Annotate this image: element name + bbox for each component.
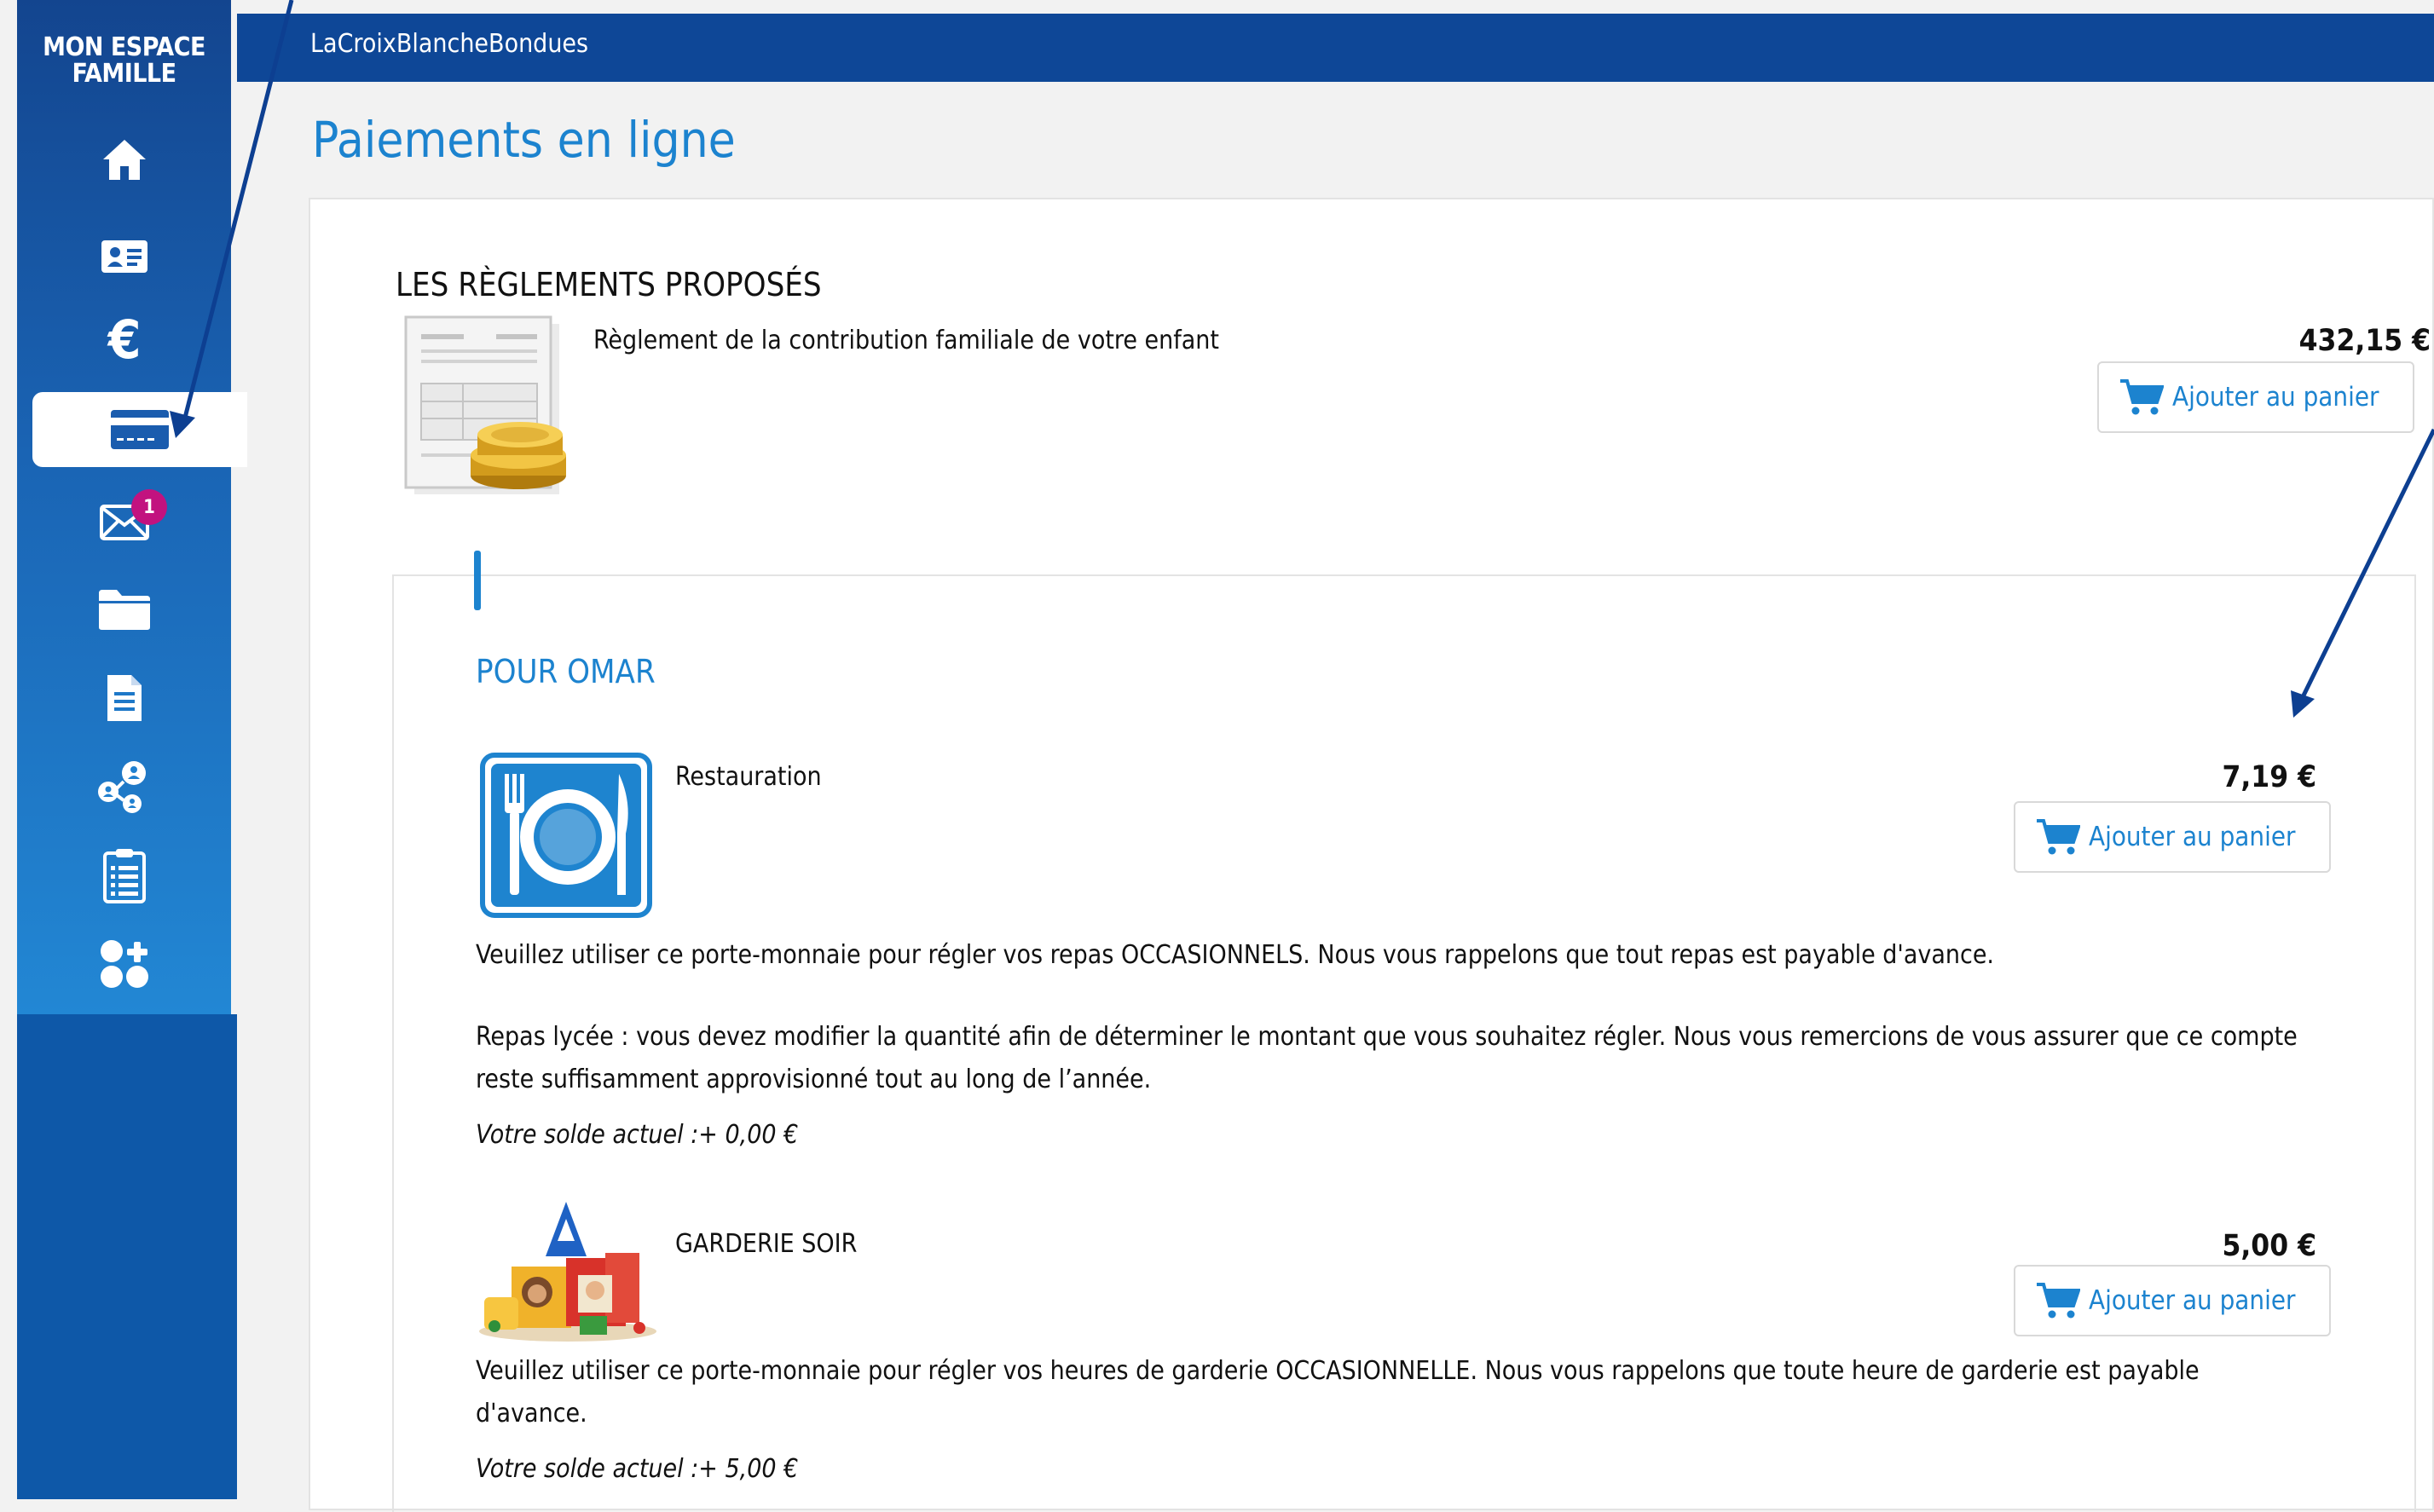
folder-icon [98, 590, 150, 630]
sidebar-item-finances[interactable]: € [17, 302, 231, 378]
sidebar-item-home[interactable] [17, 121, 231, 198]
top-bar: LaCroixBlancheBondues [237, 14, 2434, 82]
item-description-secondary: Repas lycée : vous devez modifier la qua… [476, 1022, 2298, 1094]
item-price: 7,19 € [2222, 760, 2316, 794]
sidebar-item-forms[interactable] [17, 660, 231, 736]
svg-text:€: € [106, 315, 141, 365]
cart-icon [2037, 819, 2080, 855]
add-to-cart-contribution-button[interactable]: Ajouter au panier [2097, 361, 2414, 433]
clipboard-icon [102, 849, 146, 903]
sidebar-item-documents[interactable] [17, 571, 231, 648]
document-icon [107, 675, 142, 721]
payments-card: LES RÈGLEMENTS PROPOSÉS Règlement de la … [309, 198, 2434, 1512]
apps-add-icon [100, 940, 148, 988]
item-price: 5,00 € [2222, 1229, 2316, 1263]
sidebar-item-profile[interactable] [17, 218, 231, 295]
sidebar-item-surveys[interactable] [17, 837, 231, 914]
section-heading: LES RÈGLEMENTS PROPOSÉS [396, 266, 822, 303]
contribution-label: Règlement de la contribution familiale d… [593, 326, 1219, 355]
item-description: Veuillez utiliser ce porte-monnaie pour … [476, 1356, 2200, 1428]
add-to-cart-garderie-button[interactable]: Ajouter au panier [2014, 1265, 2331, 1336]
id-card-icon [101, 240, 147, 273]
child-card: POUR OMAR Restauration 7,19 € Ajouter au… [392, 551, 2416, 1512]
cart-icon [2120, 379, 2164, 415]
child-name: POUR OMAR [476, 653, 656, 690]
item-balance: Votre solde actuel :+ 5,00 € [476, 1454, 799, 1484]
restaurant-plate-icon [480, 753, 652, 918]
unread-badge: 1 [131, 489, 167, 525]
invoice-coins-icon [404, 315, 566, 494]
page-title: Paiements en ligne [312, 111, 736, 169]
home-icon [102, 140, 146, 180]
network-icon [97, 761, 146, 813]
sidebar-item-network[interactable] [17, 748, 231, 825]
contribution-price: 432,15 € [2298, 324, 2431, 358]
item-title: GARDERIE SOIR [675, 1229, 858, 1259]
section-marker [474, 551, 481, 610]
site-name: LaCroixBlancheBondues [310, 29, 589, 59]
cart-icon [2037, 1283, 2080, 1319]
sidebar-item-services[interactable] [17, 926, 231, 1002]
add-to-cart-label: Ajouter au panier [2089, 822, 2296, 852]
sidebar-item-online-payments[interactable] [32, 392, 247, 467]
sidebar-empty-area [17, 1014, 237, 1499]
sidebar: MON ESPACE FAMILLE € 1 [17, 0, 247, 1014]
euro-icon: € [106, 315, 141, 365]
add-to-cart-label: Ajouter au panier [2089, 1285, 2296, 1316]
sidebar-item-messages[interactable]: 1 [17, 484, 231, 561]
brand-title: MON ESPACE FAMILLE [43, 32, 205, 89]
add-to-cart-label: Ajouter au panier [2172, 382, 2379, 413]
item-title: Restauration [675, 762, 822, 792]
daycare-blocks-icon [479, 1202, 656, 1342]
item-balance: Votre solde actuel :+ 0,00 € [476, 1120, 799, 1150]
credit-card-icon [111, 410, 169, 449]
add-to-cart-restauration-button[interactable]: Ajouter au panier [2014, 801, 2331, 873]
item-description: Veuillez utiliser ce porte-monnaie pour … [476, 940, 1995, 970]
